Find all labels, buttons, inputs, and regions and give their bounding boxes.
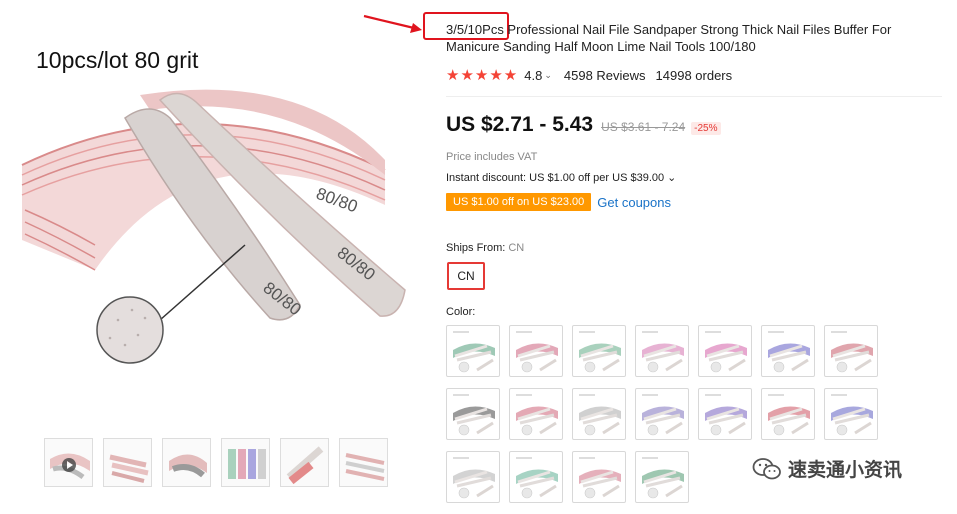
red-arrow-icon [363,14,422,33]
ships-from-text: Ships From: [446,242,509,254]
color-swatch[interactable] [635,325,689,377]
divider [446,96,942,97]
color-swatch[interactable] [446,325,500,377]
texture-zoom-circle [96,296,164,364]
product-title: 3/5/10Pcs Professional Nail File Sandpap… [446,22,892,54]
color-swatch[interactable] [824,325,878,377]
thumbnail-5[interactable] [280,438,329,487]
chevron-down-icon[interactable]: ⌄ [544,70,552,81]
watermark-text: 速卖通小资讯 [788,459,903,481]
rating-score[interactable]: 4.8 [524,68,542,83]
nail-files-illustration: 80/80 80/80 80/80 [21,89,406,364]
price-row: US $2.71 - 5.43 US $3.61 - 7.24 -25% [446,113,721,137]
color-swatch[interactable] [635,388,689,440]
watermark: 速卖通小资讯 [752,455,902,482]
main-product-image[interactable]: 10pcs/lot 80 grit 80/80 80/80 80/80 [0,0,430,430]
rating-row: ★★★★★ 4.8 ⌄ 4598 Reviews 14998 orders [446,66,732,84]
color-swatch[interactable] [698,325,752,377]
color-swatch[interactable] [509,451,563,503]
ships-from-value: CN [508,242,525,254]
coupon-row: US $1.00 off on US $23.00 Get coupons [446,193,671,211]
thumbnail-strip [44,438,388,487]
thumbnail-3[interactable] [162,438,211,487]
original-price: US $3.61 - 7.24 [601,120,686,134]
instant-discount[interactable]: Instant discount: US $1.00 off per US $3… [446,171,676,184]
discount-badge: -25% [691,122,721,135]
coupon-badge: US $1.00 off on US $23.00 [446,193,592,211]
orders-count: 14998 orders [655,67,733,83]
thumbnail-video[interactable] [44,438,93,487]
current-price: US $2.71 - 5.43 [446,113,594,136]
play-icon [62,458,76,472]
color-swatch[interactable] [446,388,500,440]
rating-stars-icon: ★★★★★ [446,67,519,84]
color-swatch[interactable] [698,388,752,440]
color-swatch[interactable] [761,388,815,440]
thumbnail-6[interactable] [339,438,388,487]
color-swatch[interactable] [509,325,563,377]
color-swatch[interactable] [509,388,563,440]
color-swatch[interactable] [635,451,689,503]
color-swatch[interactable] [824,388,878,440]
magnifier-pointer [159,244,246,321]
wechat-icon [752,457,781,479]
color-swatch[interactable] [572,451,626,503]
ship-option-cn[interactable]: CN [447,262,485,290]
vat-note: Price includes VAT [446,151,538,163]
thumbnail-4[interactable] [221,438,270,487]
reviews-count[interactable]: 4598 Reviews [564,68,646,83]
thumbnail-2[interactable] [103,438,152,487]
color-swatch[interactable] [572,388,626,440]
color-swatch[interactable] [446,451,500,503]
color-swatch[interactable] [572,325,626,377]
ships-from-label: Ships From: CN [446,242,524,254]
color-label: Color: [446,306,476,318]
get-coupons-link[interactable]: Get coupons [597,195,671,210]
color-swatch[interactable] [761,325,815,377]
